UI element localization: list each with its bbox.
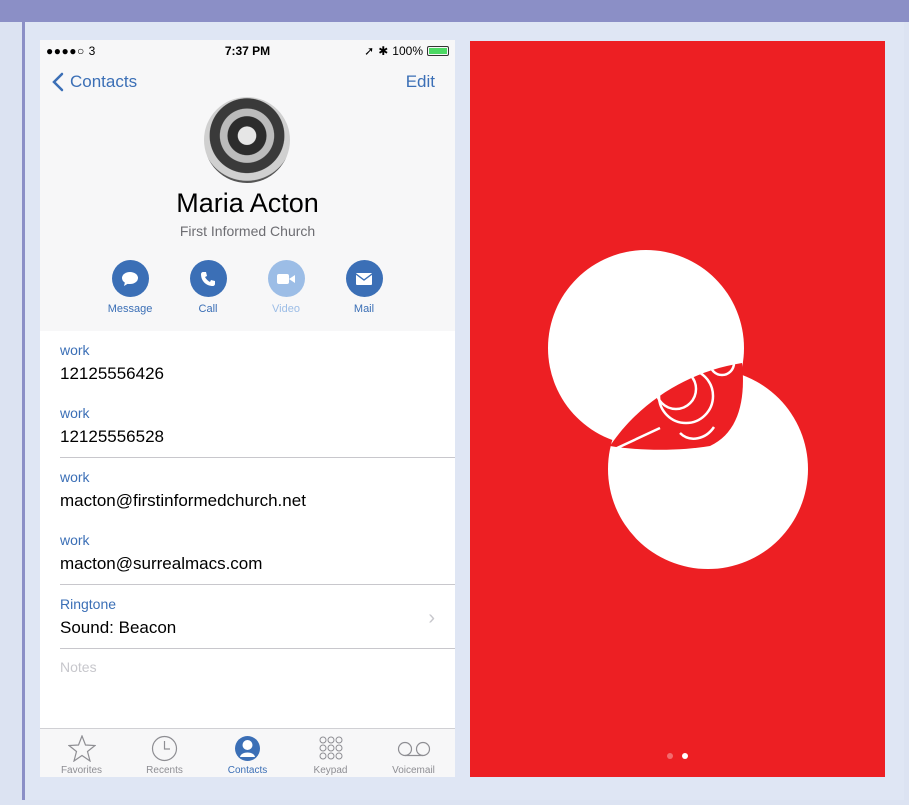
tab-keypad[interactable]: Keypad: [289, 729, 372, 777]
field-value: Sound: Beacon: [60, 618, 177, 637]
voicemail-icon: [397, 741, 430, 757]
nav-bar: Contacts Edit: [40, 70, 455, 100]
back-button[interactable]: Contacts: [52, 72, 137, 92]
clock-icon: [151, 735, 178, 762]
battery-icon: [427, 46, 449, 56]
message-icon: [122, 271, 138, 286]
field-label: work: [60, 469, 90, 485]
status-right: ➚ ✱ 100%: [364, 44, 449, 58]
video-icon: [277, 273, 295, 284]
field-value: macton@surrealmacs.com: [60, 554, 263, 573]
message-button[interactable]: Message: [107, 260, 153, 315]
contact-header: ●●●●○ 3 7:37 PM ➚ ✱ 100% Contacts Edit M…: [40, 40, 455, 331]
field-value: 12125556528: [60, 427, 165, 446]
page-indicator[interactable]: [470, 753, 885, 759]
tab-label: Favorites: [60, 765, 103, 776]
bluetooth-icon: ✱: [378, 44, 389, 58]
field-label: work: [60, 532, 90, 548]
battery-percent: 100%: [392, 44, 423, 58]
tab-label: Contacts: [227, 765, 268, 776]
mail-button[interactable]: Mail: [344, 260, 384, 315]
tab-bar: Favorites Recents Contacts Keypad Voicem…: [40, 728, 455, 777]
video-label: Video: [272, 303, 300, 315]
star-icon: [67, 735, 96, 762]
field-label: work: [60, 342, 90, 358]
field-label: work: [60, 405, 90, 421]
back-label: Contacts: [70, 72, 138, 91]
phone-field-2[interactable]: work 12125556528: [40, 394, 455, 457]
edit-button[interactable]: Edit: [406, 72, 435, 92]
video-button[interactable]: Video: [266, 260, 306, 315]
contact-detail-screen: ●●●●○ 3 7:37 PM ➚ ✱ 100% Contacts Edit M…: [40, 40, 455, 777]
avatar: [204, 97, 290, 183]
divider: [60, 648, 455, 649]
app-splash-screen: [470, 41, 885, 777]
chevron-left-icon: [52, 72, 64, 92]
quick-actions: Message Call Video Mail: [107, 260, 384, 315]
tab-label: Voicemail: [392, 765, 435, 776]
contact-company: First Informed Church: [179, 223, 316, 239]
phone-icon: [201, 271, 215, 286]
page-dot-active[interactable]: [682, 753, 688, 759]
field-value: macton@firstinformedchurch.net: [60, 491, 306, 510]
tab-label: Recents: [146, 765, 183, 776]
mail-icon: [356, 272, 372, 285]
chevron-right-icon: ›: [428, 607, 435, 629]
message-label: Message: [107, 303, 153, 315]
tab-favorites[interactable]: Favorites: [40, 729, 123, 777]
tab-contacts[interactable]: Contacts: [206, 729, 289, 777]
email-field-2[interactable]: work macton@surrealmacs.com: [40, 521, 455, 584]
tab-label: Keypad: [313, 765, 348, 776]
field-label: Ringtone: [60, 596, 117, 612]
notes-field[interactable]: Notes: [60, 659, 97, 675]
email-field-1[interactable]: work macton@firstinformedchurch.net: [40, 458, 455, 521]
tab-recents[interactable]: Recents: [123, 729, 206, 777]
app-logo-graphic: [548, 250, 808, 569]
tab-voicemail[interactable]: Voicemail: [372, 729, 455, 777]
location-icon: ➚: [364, 44, 375, 58]
mail-label: Mail: [353, 303, 375, 315]
call-button[interactable]: Call: [188, 260, 228, 315]
field-value: 12125556426: [60, 364, 165, 383]
keypad-icon: [319, 736, 342, 760]
status-bar: ●●●●○ 3 7:37 PM ➚ ✱ 100%: [40, 40, 455, 62]
contact-name: Maria Acton: [176, 188, 319, 218]
person-icon: [235, 736, 260, 761]
page-dot[interactable]: [667, 753, 673, 759]
ringtone-row[interactable]: Ringtone Sound: Beacon ›: [40, 585, 455, 648]
call-label: Call: [198, 303, 218, 315]
phone-field-1[interactable]: work 12125556426: [40, 331, 455, 394]
contact-fields: work 12125556426 work 12125556528 work m…: [40, 331, 455, 649]
